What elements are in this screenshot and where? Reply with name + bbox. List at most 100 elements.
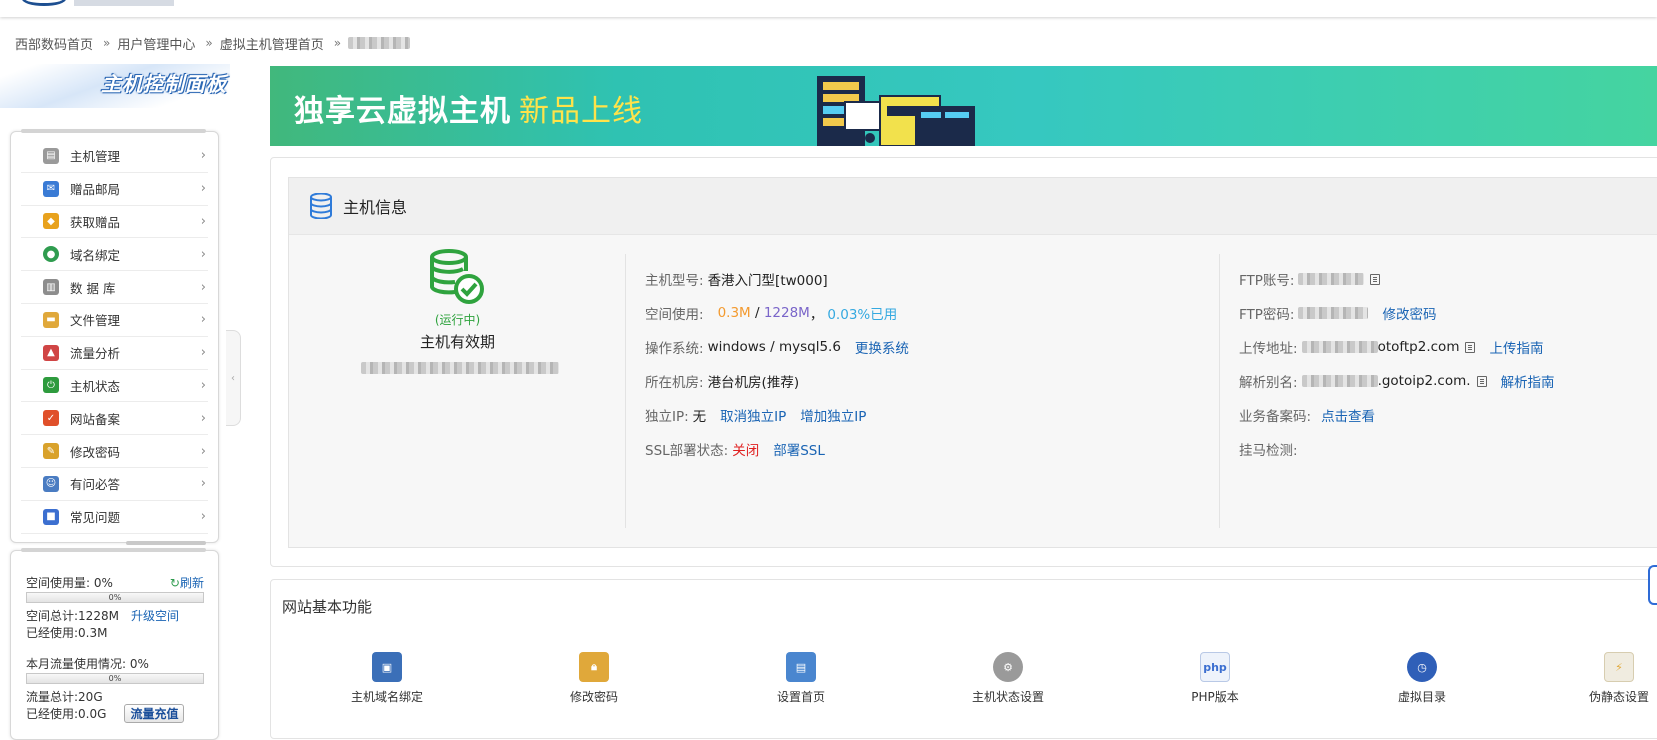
record-icon: ✓ — [43, 410, 59, 427]
host-validity-date-redacted — [361, 362, 559, 374]
sidebar-item-label: 获取赠品 — [70, 214, 121, 230]
function-change-password[interactable]: 🔒︎ 修改密码 — [534, 652, 654, 705]
upgrade-space-link[interactable]: 升级空间 — [131, 607, 179, 624]
add-ip-link[interactable]: 增加独立IP — [800, 405, 866, 425]
host-info-title: 主机信息 — [343, 198, 408, 217]
php-icon: php — [1200, 652, 1230, 682]
function-domain-bind[interactable]: ▣ 主机域名绑定 — [327, 652, 447, 705]
chevron-right-icon: › — [200, 148, 206, 164]
cancel-ip-link[interactable]: 取消独立IP — [720, 405, 786, 425]
room-label: 所在机房: — [645, 375, 704, 391]
ssl-label: SSL部署状态: — [645, 443, 729, 459]
space-used-value: 0.3M — [717, 305, 751, 321]
traffic-total: 流量总计:20G — [26, 690, 103, 704]
sidebar-item-traffic-analysis[interactable]: ▲ 流量分析 › — [21, 337, 208, 370]
function-rewrite-settings[interactable]: ⚡ 伪静态设置 — [1559, 652, 1657, 705]
sidebar-item-database[interactable]: ▥ 数 据 库 › — [21, 271, 208, 304]
sidebar-item-host-status[interactable]: ⏻ 主机状态 › — [21, 370, 208, 403]
breadcrumb-home[interactable]: 西部数码首页 — [15, 34, 93, 53]
space-usage-label: 空间使用量: 0% — [26, 575, 113, 590]
space-total-value: 1228M — [763, 305, 810, 321]
top-bar — [0, 0, 1657, 17]
function-host-status-settings[interactable]: ⚙ 主机状态设置 — [948, 652, 1068, 705]
alias-redacted — [1301, 375, 1378, 387]
traffic-used: 已经使用:0.0G — [26, 707, 107, 721]
usage-panel: 空间使用量: 0% ↻刷新 0% 空间总计:1228M 升级空间 已经使用:0.… — [10, 548, 219, 740]
sidebar-item-get-gift[interactable]: ◆ 获取赠品 › — [21, 206, 208, 239]
chevron-right-icon: › — [200, 181, 206, 197]
folder-icon: ▬ — [43, 311, 59, 328]
sidebar-nav: ▤ 主机管理 › ✉ 赠品邮局 › ◆ 获取赠品 › ● 域名绑定 › ▥ 数 … — [10, 129, 219, 545]
side-float-handle[interactable] — [1648, 565, 1657, 605]
sidebar-item-support[interactable]: ☺ 有问必答 › — [21, 468, 208, 501]
change-ftp-password-link[interactable]: 修改密码 — [1382, 303, 1436, 323]
basic-functions-title: 网站基本功能 — [282, 598, 373, 616]
copy-icon[interactable] — [1476, 375, 1487, 387]
os-value: windows / mysql5.6 — [707, 339, 841, 355]
sidebar-item-label: 主机管理 — [70, 149, 121, 165]
function-set-homepage[interactable]: ▤ 设置首页 — [741, 652, 861, 705]
chevron-right-icon: › — [200, 345, 206, 361]
upload-guide-link[interactable]: 上传指南 — [1489, 337, 1543, 357]
power-icon: ⏻ — [43, 377, 59, 394]
database-icon — [310, 193, 332, 219]
column-divider — [625, 254, 626, 528]
copy-icon[interactable] — [1370, 273, 1381, 285]
chart-icon: ▲ — [43, 344, 59, 361]
ssl-status-value: 关闭 — [732, 443, 760, 459]
sidebar-item-label: 有问必答 — [70, 477, 121, 493]
space-percent-value: 0.03%已用 — [827, 307, 898, 323]
breadcrumb-separator: » — [205, 36, 213, 50]
sidebar-item-file-management[interactable]: ▬ 文件管理 › — [21, 304, 208, 337]
function-php-version[interactable]: php PHP版本 — [1155, 652, 1275, 705]
server-icon: ▤ — [43, 147, 59, 164]
host-info-panel: 主机信息 (运行中) 主机有效期 主机型号: 香港入门型[tw000] 空间使用… — [288, 177, 1657, 548]
sidebar-item-faq[interactable]: ■ 常见问题 › — [21, 501, 208, 534]
sidebar-collapse-toggle[interactable]: ‹ — [226, 330, 241, 426]
breadcrumb-vhost-home[interactable]: 虚拟主机管理首页 — [220, 34, 324, 53]
ftp-password-label: FTP密码: — [1239, 307, 1295, 323]
function-label: 设置首页 — [776, 690, 825, 704]
sidebar-item-change-password[interactable]: ✎ 修改密码 › — [21, 435, 208, 468]
copy-icon[interactable] — [1465, 341, 1476, 353]
host-specs-column: 主机型号: 香港入门型[tw000] 空间使用: 0.3M / 1228M ， … — [645, 262, 909, 466]
gift-icon: ◆ — [43, 213, 59, 230]
database-running-icon — [430, 249, 484, 304]
settings-gear-icon: ⚙ — [993, 652, 1023, 682]
sidebar-item-gift-mail[interactable]: ✉ 赠品邮局 › — [21, 173, 208, 206]
change-os-link[interactable]: 更换系统 — [855, 337, 909, 357]
traffic-recharge-button[interactable]: 流量充值 — [124, 704, 185, 723]
room-value: 港台机房(推荐) — [707, 375, 800, 391]
function-label: 虚拟目录 — [1397, 690, 1446, 704]
host-running-status: (运行中) — [434, 313, 481, 327]
rewrite-icon: ⚡ — [1604, 652, 1634, 682]
breadcrumb-user-center[interactable]: 用户管理中心 — [117, 34, 195, 53]
host-info-header: 主机信息 — [289, 178, 1657, 235]
logo[interactable] — [22, 0, 66, 6]
nav-top-edge — [21, 129, 206, 133]
panel-title: 主机控制面板 — [101, 72, 227, 96]
refresh-link[interactable]: ↻刷新 — [170, 574, 204, 591]
upload-address-redacted — [1301, 341, 1378, 353]
alias-label: 解析别名: — [1239, 375, 1298, 391]
ftp-password-redacted — [1298, 307, 1369, 319]
promo-banner[interactable]: 独享云虚拟主机 新品上线 — [270, 66, 1657, 146]
usage-top-edge — [21, 548, 206, 552]
sidebar-item-label: 常见问题 — [70, 510, 121, 526]
icp-view-link[interactable]: 点击查看 — [1321, 405, 1375, 425]
ftp-account-label: FTP账号: — [1239, 273, 1295, 289]
sidebar-item-domain-binding[interactable]: ● 域名绑定 › — [21, 238, 208, 272]
dns-guide-link[interactable]: 解析指南 — [1501, 371, 1555, 391]
clock-icon: ◷ — [1407, 652, 1437, 682]
function-label: PHP版本 — [1191, 690, 1239, 704]
chevron-right-icon: › — [200, 312, 206, 328]
sidebar-item-site-record[interactable]: ✓ 网站备案 › — [21, 402, 208, 436]
os-label: 操作系统: — [645, 341, 704, 357]
chevron-right-icon: › — [200, 377, 206, 393]
breadcrumb-separator: » — [103, 36, 111, 50]
sidebar-item-label: 文件管理 — [70, 313, 121, 329]
sidebar-item-host-management[interactable]: ▤ 主机管理 › — [21, 140, 208, 173]
deploy-ssl-link[interactable]: 部署SSL — [773, 439, 825, 459]
faq-icon: ■ — [43, 508, 59, 525]
function-virtual-directory[interactable]: ◷ 虚拟目录 — [1362, 652, 1482, 705]
